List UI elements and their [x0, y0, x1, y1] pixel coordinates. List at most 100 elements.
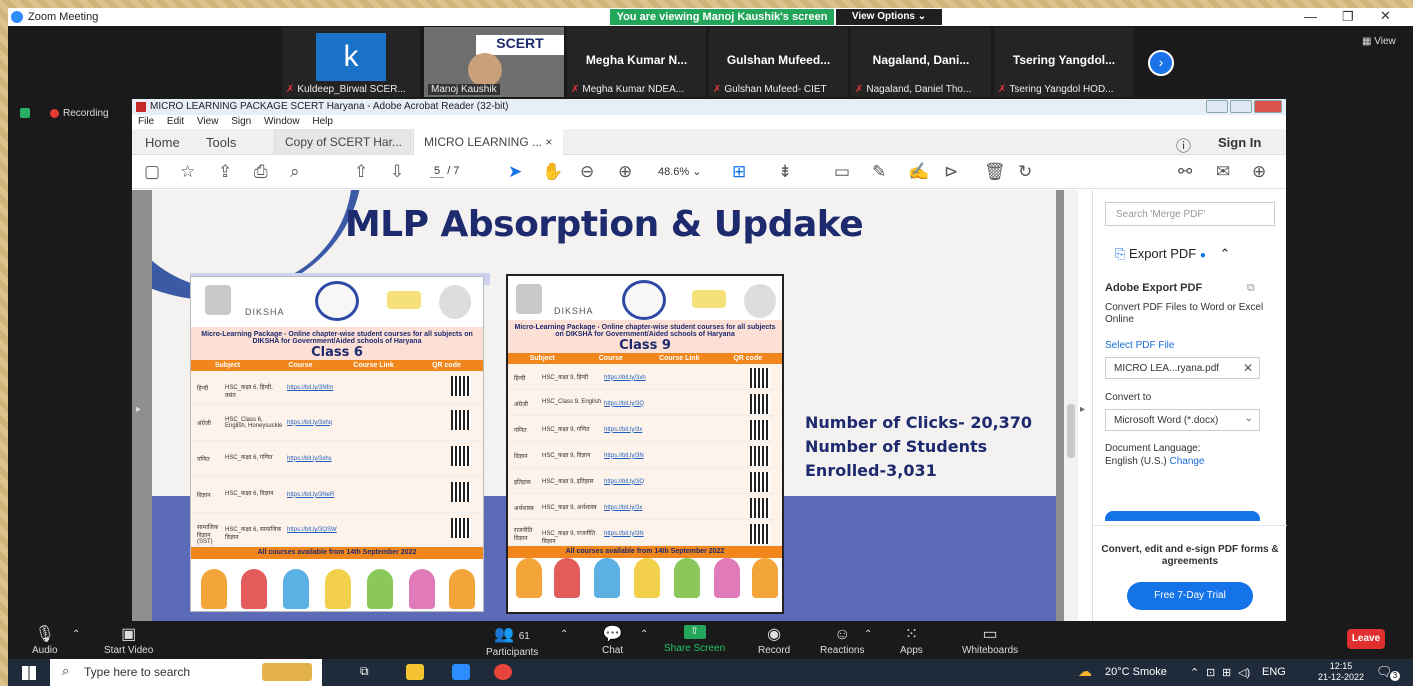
language-indicator[interactable]: ENG — [1262, 666, 1286, 678]
scrollbar-thumb[interactable] — [1067, 404, 1075, 458]
close-button[interactable] — [1254, 100, 1282, 113]
page-indicator[interactable]: 5 / 7 — [430, 165, 459, 178]
share-screen-button[interactable]: ⇧ Share Screen — [664, 625, 725, 654]
selected-file-field[interactable]: MICRO LEA...ryana.pdf ✕ — [1105, 357, 1260, 379]
participant-thumb[interactable]: Tsering Yangdol... ✗ Tsering Yangdol HOD.… — [994, 27, 1134, 97]
menu-sign[interactable]: Sign — [231, 116, 251, 127]
tray-chevron-icon[interactable]: ⌃ — [1190, 666, 1199, 679]
participants-button[interactable]: 👥 61 Participants — [486, 625, 538, 658]
start-video-button[interactable]: ▣ Start Video — [104, 625, 153, 656]
tab-doc-copy[interactable]: Copy of SCERT Har... — [274, 129, 412, 155]
rotate-icon[interactable]: ↻ — [1018, 162, 1032, 182]
close-tab-icon[interactable]: × — [545, 135, 552, 149]
help-icon[interactable]: ⓘ — [1176, 135, 1191, 156]
select-pdf-file-link[interactable]: Select PDF File — [1105, 340, 1174, 351]
menu-view[interactable]: View — [197, 116, 219, 127]
participant-thumb[interactable]: Megha Kumar N... ✗ Megha Kumar NDEA... — [567, 27, 706, 97]
next-page-icon[interactable]: › — [1148, 50, 1174, 76]
network-icon[interactable]: ⊡ — [1206, 666, 1215, 679]
task-view-icon[interactable]: ⧉ — [360, 664, 378, 680]
participant-thumb[interactable]: Nagaland, Dani... ✗ Nagaland, Daniel Tho.… — [851, 27, 991, 97]
fit-page-icon[interactable]: ⊞ — [732, 162, 746, 182]
zoom-level-select[interactable]: 48.6% ⌄ — [658, 165, 701, 178]
participant-thumb[interactable]: Gulshan Mufeed... ✗ Gulshan Mufeed- CIET — [709, 27, 848, 97]
chat-button[interactable]: 💬 Chat — [602, 625, 623, 656]
tab-tools[interactable]: Tools — [206, 135, 236, 150]
view-button[interactable]: ▦ View — [1362, 36, 1396, 47]
bookmark-star-icon[interactable]: ☆ — [180, 162, 195, 182]
zoom-app-icon[interactable] — [452, 664, 470, 680]
print-icon[interactable]: ⎙ — [254, 162, 268, 182]
participant-thumb[interactable]: SCERT Manoj Kaushik — [424, 27, 564, 97]
minimize-button[interactable] — [1206, 100, 1228, 113]
zoom-level: 48.6% — [658, 166, 690, 178]
recording-indicator[interactable]: Recording — [20, 108, 109, 119]
tab-doc-active[interactable]: MICRO LEARNING ... × — [413, 129, 563, 155]
close-icon[interactable]: ✕ — [1380, 8, 1391, 24]
row-course: HSC_कक्षा 9, विज्ञान — [542, 452, 591, 459]
whiteboards-button[interactable]: ▭ Whiteboards — [962, 625, 1018, 656]
participant-thumb[interactable]: k ✗ Kuldeep_Birwal SCER... — [282, 27, 420, 97]
share-link-icon[interactable]: ⚯ — [1178, 162, 1192, 182]
tab-home[interactable]: Home — [145, 135, 180, 150]
view-options-button[interactable]: View Options ⌄ — [836, 9, 942, 25]
zoom-out-icon[interactable]: ⊖ — [580, 162, 594, 182]
record-button[interactable]: ◉ Record — [758, 625, 790, 656]
free-trial-button[interactable]: Free 7-Day Trial — [1127, 582, 1253, 610]
menu-window[interactable]: Window — [264, 116, 300, 127]
menu-edit[interactable]: Edit — [167, 116, 184, 127]
comment-icon[interactable]: ▭ — [834, 162, 850, 182]
upload-icon[interactable]: ⇪ — [218, 162, 232, 182]
wifi-icon[interactable]: ⊞ — [1222, 666, 1231, 679]
change-language-link[interactable]: Change — [1169, 456, 1204, 467]
leave-button[interactable]: Leave — [1347, 629, 1385, 649]
chat-chevron-icon[interactable]: ⌃ — [640, 629, 648, 640]
left-panel-toggle-icon[interactable]: ▸ — [136, 404, 141, 415]
sign-icon[interactable]: ✍ — [908, 162, 929, 182]
clear-file-icon[interactable]: ✕ — [1243, 361, 1253, 375]
chevron-up-icon[interactable]: ⌃ — [1220, 246, 1231, 261]
restore-icon[interactable]: ❐ — [1342, 9, 1354, 25]
zoom-in-icon[interactable]: ⊕ — [618, 162, 632, 182]
delete-icon[interactable]: 🗑 — [984, 162, 1006, 182]
vertical-scrollbar[interactable] — [1064, 190, 1078, 621]
search-tools-input[interactable]: Search 'Merge PDF' — [1105, 202, 1275, 226]
sign-in-button[interactable]: Sign In — [1218, 135, 1261, 150]
prev-page-icon[interactable]: ⇧ — [354, 162, 368, 182]
menu-file[interactable]: File — [138, 116, 154, 127]
col-subject: Subject — [214, 362, 241, 369]
format-select[interactable]: Microsoft Word (*.docx) ⌄ — [1105, 409, 1260, 431]
table-row: राजनीति विज्ञान HSC_कक्षा 9, राजनीति विज्… — [508, 520, 782, 546]
poster-class: Class 9 — [619, 338, 671, 353]
minimize-icon[interactable]: — — [1304, 9, 1317, 24]
zoom-search-icon[interactable]: ⌕ — [290, 162, 300, 182]
reactions-button[interactable]: ☺ Reactions — [820, 625, 864, 656]
system-clock[interactable]: 12:15 21-12-2022 — [1318, 661, 1364, 683]
apps-button[interactable]: ⁙ Apps — [900, 625, 923, 656]
menu-help[interactable]: Help — [312, 116, 333, 127]
right-panel-toggle-icon[interactable]: ▸ — [1080, 404, 1085, 415]
convert-button-partial[interactable] — [1105, 511, 1260, 521]
pen-icon[interactable]: ✎ — [872, 162, 886, 182]
reactions-chevron-icon[interactable]: ⌃ — [864, 629, 872, 640]
scroll-mode-icon[interactable]: ⇟ — [778, 162, 792, 182]
windows-start-icon[interactable] — [22, 666, 36, 680]
email-icon[interactable]: ✉ — [1216, 162, 1230, 182]
maximize-button[interactable] — [1230, 100, 1252, 113]
stamp-icon[interactable]: ⊳ — [944, 162, 958, 182]
save-icon[interactable]: ▢ — [144, 162, 160, 182]
audio-button[interactable]: 🎙 Audio — [32, 625, 58, 656]
add-user-icon[interactable]: ⊕ — [1252, 162, 1266, 182]
hand-icon[interactable]: ✋ — [542, 162, 563, 182]
next-page-arrow-icon[interactable]: ⇩ — [390, 162, 404, 182]
audio-options-chevron-icon[interactable]: ⌃ — [72, 629, 80, 640]
volume-icon[interactable]: ◁) — [1238, 666, 1250, 679]
export-pdf-header[interactable]: ⎘ Export PDF ● ⌃ — [1115, 246, 1230, 262]
participants-chevron-icon[interactable]: ⌃ — [560, 629, 568, 640]
file-name: MICRO LEA...ryana.pdf — [1114, 363, 1220, 374]
chrome-icon[interactable] — [494, 664, 512, 680]
select-cursor-icon[interactable]: ➤ — [508, 162, 522, 182]
weather-text[interactable]: 20°C Smoke — [1105, 666, 1167, 678]
copy-icon[interactable]: ⧉ — [1247, 282, 1255, 295]
file-explorer-icon[interactable] — [406, 664, 424, 680]
